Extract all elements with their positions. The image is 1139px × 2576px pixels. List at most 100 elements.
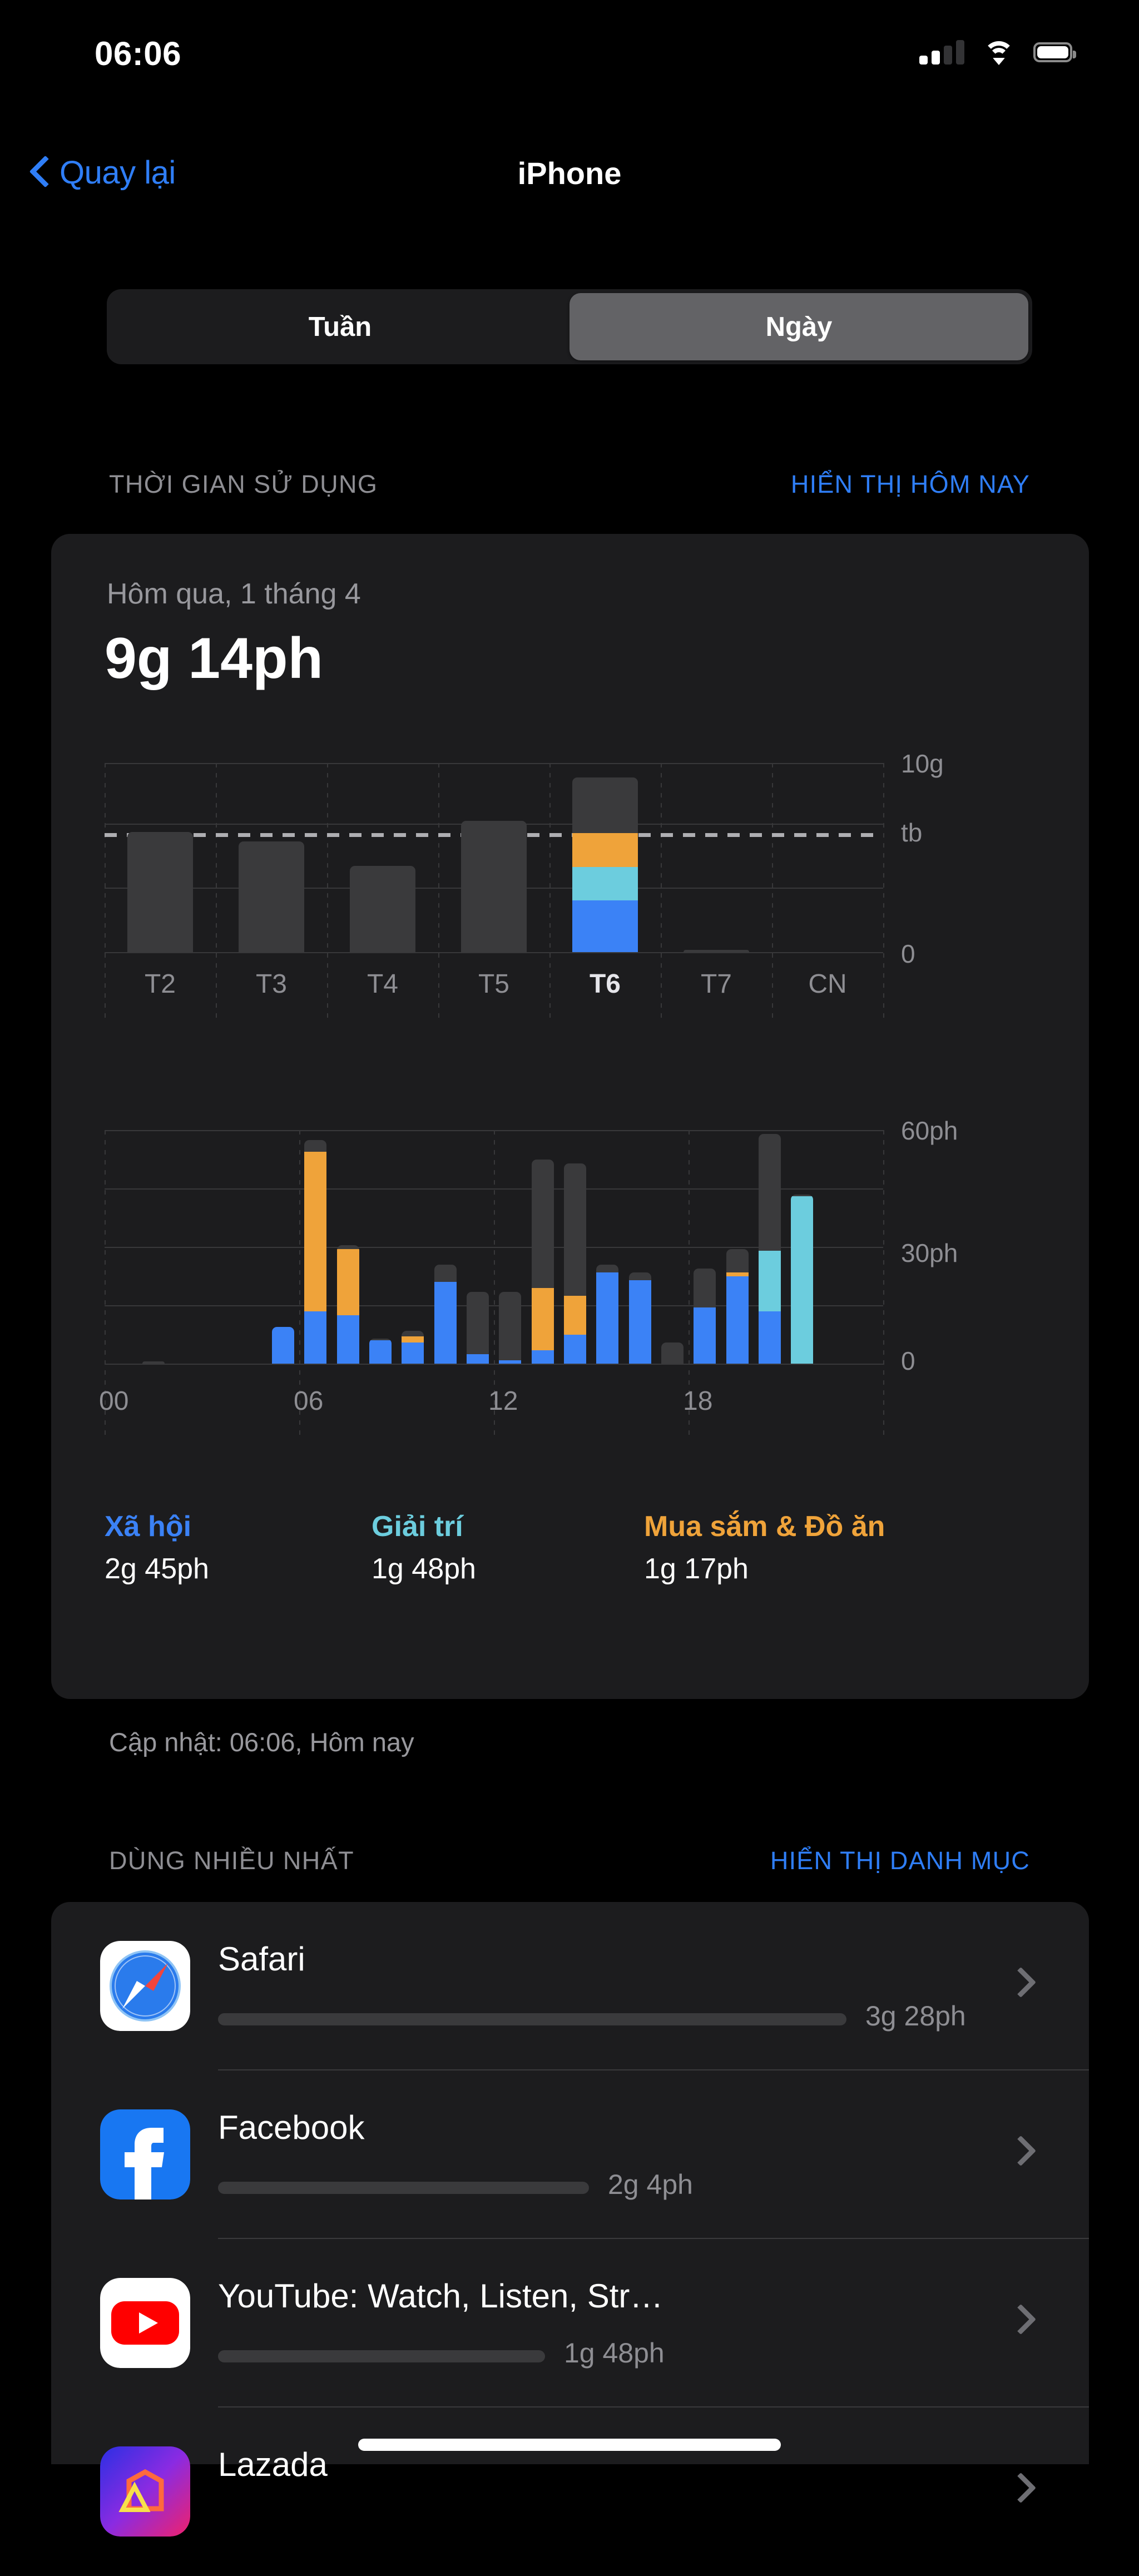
chart-bar[interactable]	[694, 1268, 716, 1364]
chevron-right-icon[interactable]	[1010, 2136, 1027, 2165]
chart-bar-segment	[758, 1134, 781, 1251]
gridline-horizontal	[105, 763, 883, 764]
chart-bar-segment	[628, 1280, 651, 1364]
legend-label-social: Xã hội	[105, 1510, 192, 1543]
chevron-right-icon[interactable]	[1010, 2305, 1027, 2334]
chart-bar[interactable]	[628, 1272, 651, 1364]
app-usage-bar-facebook	[218, 2182, 589, 2194]
app-name-safari: Safari	[218, 1940, 305, 1978]
chart-bar-segment	[531, 1159, 554, 1288]
show-categories-button[interactable]: HIỂN THỊ DANH MỤC	[770, 1846, 1030, 1875]
chart-bar[interactable]	[461, 820, 527, 952]
chart-bar-segment	[563, 1334, 586, 1364]
chart-bar[interactable]	[563, 1163, 586, 1364]
hourly-x-tick-18: 18	[683, 1386, 713, 1416]
chart-bar-segment	[461, 820, 527, 952]
chart-bar[interactable]	[304, 1140, 327, 1364]
legend-item-shopping-food[interactable]: Mua sắm & Đồ ăn 1g 17ph	[644, 1510, 885, 1586]
app-row-facebook[interactable]: Facebook 2g 4ph	[51, 2070, 1089, 2239]
chart-bar[interactable]	[791, 1194, 814, 1364]
segment-week[interactable]: Tuần	[111, 293, 570, 360]
chart-bar[interactable]	[466, 1291, 489, 1364]
chart-bar-segment	[499, 1360, 522, 1364]
chart-bar[interactable]	[758, 1134, 781, 1364]
chart-bar-segment	[336, 1245, 359, 1249]
facebook-icon	[100, 2109, 190, 2199]
hourly-usage-chart[interactable]: 60ph 30ph 0 00 06 12 18	[51, 1112, 1089, 1436]
gridline-vertical	[661, 763, 662, 1019]
legend-label-entertainment: Giải trí	[372, 1510, 463, 1543]
weekly-y-axis-min-label: 0	[901, 939, 915, 968]
chart-bar-segment	[563, 1163, 586, 1296]
segment-day[interactable]: Ngày	[570, 293, 1028, 360]
chart-bar-segment	[596, 1272, 619, 1364]
chart-bar[interactable]	[661, 1342, 684, 1364]
hourly-y-axis-0-label: 0	[901, 1346, 915, 1375]
chart-bar[interactable]	[350, 866, 415, 952]
app-usage-time-safari: 3g 28ph	[865, 2000, 966, 2032]
legend-value-social: 2g 45ph	[105, 1553, 209, 1585]
chart-bar[interactable]	[499, 1291, 522, 1364]
chart-bar-segment	[572, 900, 638, 952]
status-bar-clock: 06:06	[95, 35, 181, 72]
show-today-button[interactable]: HIỂN THỊ HÔM NAY	[791, 470, 1030, 499]
chart-bar[interactable]	[336, 1245, 359, 1364]
gridline-vertical	[327, 763, 328, 1019]
chart-bar-segment	[350, 866, 415, 952]
chart-bar-segment	[466, 1291, 489, 1354]
app-row-youtube[interactable]: YouTube: Watch, Listen, Str… 1g 48ph	[51, 2239, 1089, 2407]
chevron-right-icon[interactable]	[1010, 1968, 1027, 1997]
weekly-usage-chart[interactable]: 10g tb 0 T2 T3 T4 T5 T6 T7 CN	[51, 749, 1089, 1019]
app-row-safari[interactable]: Safari 3g 28ph	[51, 1902, 1089, 2070]
chart-bar-segment	[239, 841, 304, 952]
screen-time-header-label: THỜI GIAN SỬ DỤNG	[109, 470, 378, 498]
chevron-right-icon[interactable]	[1010, 2473, 1027, 2502]
navigation-bar: Quay lại iPhone	[0, 147, 1139, 220]
chart-bar-segment	[336, 1249, 359, 1315]
chart-bar[interactable]	[142, 1361, 165, 1364]
chart-bar-segment	[694, 1268, 716, 1307]
wifi-icon	[983, 40, 1014, 65]
weekly-x-tick-t4: T4	[367, 969, 398, 999]
legend-item-entertainment[interactable]: Giải trí 1g 48ph	[372, 1510, 644, 1586]
legend-item-social[interactable]: Xã hội 2g 45ph	[105, 1510, 372, 1586]
chart-bar-segment	[694, 1307, 716, 1364]
safari-icon	[100, 1941, 190, 2031]
hourly-x-tick-06: 06	[294, 1386, 324, 1416]
card-total-time: 9g 14ph	[105, 626, 323, 691]
chart-bar[interactable]	[572, 777, 638, 952]
app-row-lazada[interactable]: Lazada	[51, 2407, 1089, 2576]
screen-time-card: Hôm qua, 1 tháng 4 9g 14ph 10g tb 0 T2 T3…	[51, 534, 1089, 1699]
status-bar-indicators	[919, 40, 1076, 65]
cellular-signal-icon	[919, 40, 964, 65]
last-updated-label: Cập nhật: 06:06, Hôm nay	[109, 1727, 414, 1757]
chart-bar[interactable]	[726, 1249, 749, 1364]
weekly-x-tick-cn: CN	[808, 969, 847, 999]
chart-bar[interactable]	[271, 1326, 294, 1364]
chart-bar[interactable]	[684, 950, 749, 952]
chart-bar[interactable]	[531, 1159, 554, 1364]
weekly-x-tick-t6: T6	[589, 969, 621, 999]
chart-bar[interactable]	[369, 1338, 392, 1364]
chart-bar[interactable]	[402, 1330, 424, 1364]
home-indicator[interactable]	[358, 2439, 781, 2451]
chart-bar-segment	[628, 1272, 651, 1280]
most-used-apps-card: Safari 3g 28ph Facebook 2g 4ph YouTube: …	[51, 1902, 1089, 2537]
chart-bar-segment	[434, 1264, 457, 1282]
chart-bar[interactable]	[596, 1264, 619, 1364]
legend-label-shopping-food: Mua sắm & Đồ ăn	[644, 1510, 885, 1543]
chart-bar-segment	[271, 1326, 294, 1364]
chart-bar-segment	[127, 832, 193, 952]
gridline-vertical	[883, 763, 884, 1019]
app-usage-time-facebook: 2g 4ph	[608, 2169, 693, 2200]
chart-bar[interactable]	[127, 832, 193, 952]
chart-bar-segment	[563, 1295, 586, 1335]
chart-bar[interactable]	[239, 841, 304, 952]
period-segmented-control[interactable]: Tuần Ngày	[107, 289, 1032, 364]
gridline-vertical	[772, 763, 773, 1019]
screen-time-section-header: THỜI GIAN SỬ DỤNG HIỂN THỊ HÔM NAY	[0, 470, 1139, 499]
chart-bar-segment	[304, 1140, 327, 1152]
chart-bar-segment	[726, 1272, 749, 1276]
chart-bar-segment	[531, 1350, 554, 1364]
chart-bar[interactable]	[434, 1264, 457, 1364]
